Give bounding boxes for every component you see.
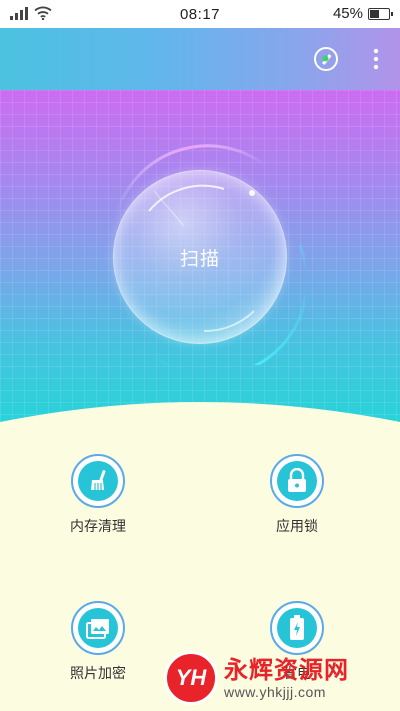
more-options-button[interactable]: [361, 44, 391, 74]
app-lock-button[interactable]: 应用锁: [242, 454, 352, 536]
signal-icon: [10, 6, 28, 20]
memory-clean-button[interactable]: 内存清理: [43, 454, 153, 536]
watermark-title: 永辉资源网: [224, 656, 349, 684]
battery-status: 45%: [332, 5, 393, 22]
status-time: 08:17: [179, 5, 221, 23]
orb-highlight: [148, 184, 255, 333]
status-bar: 08:17 45%: [0, 0, 400, 28]
feature-label: 应用锁: [276, 519, 318, 535]
watermark: YH 永辉资源网 www.yhkjjj.com: [164, 645, 400, 711]
wifi-icon: [34, 6, 52, 20]
watermark-url: www.yhkjjj.com: [224, 684, 326, 700]
battery-percent: 45%: [332, 5, 363, 22]
shield-button[interactable]: [311, 44, 341, 74]
broom-icon: [91, 470, 106, 490]
more-vertical-icon: [373, 48, 379, 70]
memory-clean-icon-ring: [71, 454, 125, 508]
app-lock-icon-ring: [270, 454, 324, 508]
photo-encrypt-button[interactable]: 照片加密: [43, 601, 153, 683]
battery-fill: [370, 9, 379, 18]
shield-icon: [314, 47, 338, 71]
lock-icon: [288, 468, 306, 492]
battery-icon: [368, 7, 393, 20]
status-indicators: [10, 6, 52, 20]
watermark-text: 永辉资源网 www.yhkjjj.com: [224, 656, 349, 700]
feature-label: 内存清理: [70, 519, 126, 535]
photo-icon: [86, 619, 109, 639]
scan-button[interactable]: 扫描: [113, 170, 287, 344]
photo-encrypt-icon-ring: [71, 601, 125, 655]
battery-icon: [290, 615, 304, 640]
hero-curve: [0, 402, 400, 460]
feature-label: 照片加密: [70, 666, 126, 682]
watermark-logo: YH: [164, 651, 218, 705]
